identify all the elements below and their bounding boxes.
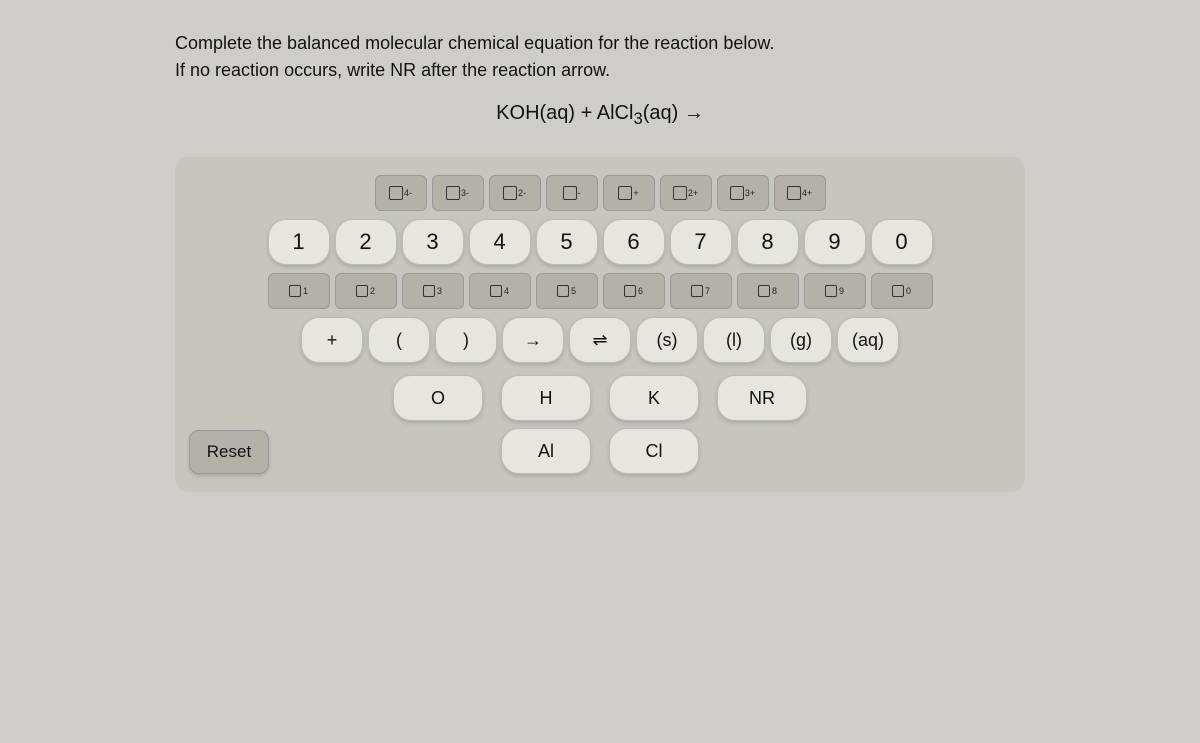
instruction-line1: Complete the balanced molecular chemical…	[175, 33, 774, 53]
sub-box-icon	[758, 285, 770, 297]
digit-key-4[interactable]: 4	[469, 219, 531, 265]
sub-label: 8	[772, 286, 777, 296]
subdigit-key-3[interactable]: 3	[402, 273, 464, 309]
sub-label: 1	[303, 286, 308, 296]
charge-box-icon	[446, 186, 460, 200]
charge-box-icon	[389, 186, 403, 200]
sub-box-icon	[423, 285, 435, 297]
subdigit-key-9[interactable]: 9	[804, 273, 866, 309]
element-columns: O H Al K Cl NR	[393, 375, 807, 474]
element-key-O[interactable]: O	[393, 375, 483, 421]
sub-box-icon	[825, 285, 837, 297]
sub-label: 2	[370, 286, 375, 296]
digit-key-1[interactable]: 1	[268, 219, 330, 265]
charge-key-plus[interactable]: +	[603, 175, 655, 211]
sub-box-icon	[624, 285, 636, 297]
subdigit-key-5[interactable]: 5	[536, 273, 598, 309]
subdigit-key-8[interactable]: 8	[737, 273, 799, 309]
reset-label: Reset	[207, 442, 251, 462]
charge-row: 4- 3- 2- - + 2+ 3+ 4+	[375, 175, 826, 211]
equation-text: KOH(aq) + AlCl3(aq) →	[496, 102, 704, 124]
sub-label: 0	[906, 286, 911, 296]
charge-box-icon	[787, 186, 801, 200]
charge-key-minus[interactable]: -	[546, 175, 598, 211]
sub-label: 9	[839, 286, 844, 296]
charge-box-icon	[618, 186, 632, 200]
element-col-NR: NR	[717, 375, 807, 474]
sub-box-icon	[289, 285, 301, 297]
sub-box-icon	[356, 285, 368, 297]
symbol-key-open-paren[interactable]: (	[368, 317, 430, 363]
sub-box-icon	[691, 285, 703, 297]
digit-key-7[interactable]: 7	[670, 219, 732, 265]
reset-button[interactable]: Reset	[189, 430, 269, 474]
subdigit-key-7[interactable]: 7	[670, 273, 732, 309]
symbol-key-gas[interactable]: (g)	[770, 317, 832, 363]
symbol-key-solid[interactable]: (s)	[636, 317, 698, 363]
page-container: Complete the balanced molecular chemical…	[175, 30, 1025, 492]
digit-row: 1 2 3 4 5 6 7 8 9 0	[268, 219, 933, 265]
symbol-key-arrow[interactable]: →	[502, 317, 564, 363]
subdigit-key-4[interactable]: 4	[469, 273, 531, 309]
keyboard-area: 4- 3- 2- - + 2+ 3+ 4+	[175, 157, 1025, 492]
symbol-key-plus[interactable]: +	[301, 317, 363, 363]
charge-key-2plus[interactable]: 2+	[660, 175, 712, 211]
subdigit-row: 1 2 3 4 5 6 7 8 9 0	[268, 273, 933, 309]
charge-key-4plus[interactable]: 4+	[774, 175, 826, 211]
digit-key-0[interactable]: 0	[871, 219, 933, 265]
element-key-NR[interactable]: NR	[717, 375, 807, 421]
sub-box-icon	[557, 285, 569, 297]
instruction-line2: If no reaction occurs, write NR after th…	[175, 60, 610, 80]
bottom-section: Reset O H Al K Cl	[189, 375, 1011, 474]
symbol-key-liquid[interactable]: (l)	[703, 317, 765, 363]
digit-key-3[interactable]: 3	[402, 219, 464, 265]
charge-key-3plus[interactable]: 3+	[717, 175, 769, 211]
instructions-block: Complete the balanced molecular chemical…	[175, 30, 1025, 84]
digit-key-2[interactable]: 2	[335, 219, 397, 265]
digit-key-5[interactable]: 5	[536, 219, 598, 265]
symbol-key-aqueous[interactable]: (aq)	[837, 317, 899, 363]
reset-area: Reset	[189, 430, 269, 474]
charge-box-icon	[563, 186, 577, 200]
equation-display: KOH(aq) + AlCl3(aq) →	[175, 102, 1025, 129]
charge-key-3minus[interactable]: 3-	[432, 175, 484, 211]
element-key-Al[interactable]: Al	[501, 428, 591, 474]
charge-box-icon	[503, 186, 517, 200]
subdigit-key-1[interactable]: 1	[268, 273, 330, 309]
element-col-O: O	[393, 375, 483, 474]
element-key-Cl[interactable]: Cl	[609, 428, 699, 474]
element-key-H[interactable]: H	[501, 375, 591, 421]
digit-key-9[interactable]: 9	[804, 219, 866, 265]
charge-key-4minus[interactable]: 4-	[375, 175, 427, 211]
sub-label: 6	[638, 286, 643, 296]
symbol-key-equilibrium[interactable]: ⇌	[569, 317, 631, 363]
sub-box-icon	[892, 285, 904, 297]
element-key-K[interactable]: K	[609, 375, 699, 421]
charge-box-icon	[730, 186, 744, 200]
element-col-H-Al: H Al	[501, 375, 591, 474]
charge-key-2minus[interactable]: 2-	[489, 175, 541, 211]
charge-box-icon	[673, 186, 687, 200]
sub-label: 5	[571, 286, 576, 296]
subdigit-key-0[interactable]: 0	[871, 273, 933, 309]
symbol-key-close-paren[interactable]: )	[435, 317, 497, 363]
sub-label: 7	[705, 286, 710, 296]
symbol-row: + ( ) → ⇌ (s) (l) (g) (aq)	[301, 317, 899, 363]
subdigit-key-2[interactable]: 2	[335, 273, 397, 309]
sub-label: 3	[437, 286, 442, 296]
sub-label: 4	[504, 286, 509, 296]
digit-key-8[interactable]: 8	[737, 219, 799, 265]
element-col-K-Cl: K Cl	[609, 375, 699, 474]
subdigit-key-6[interactable]: 6	[603, 273, 665, 309]
digit-key-6[interactable]: 6	[603, 219, 665, 265]
sub-box-icon	[490, 285, 502, 297]
